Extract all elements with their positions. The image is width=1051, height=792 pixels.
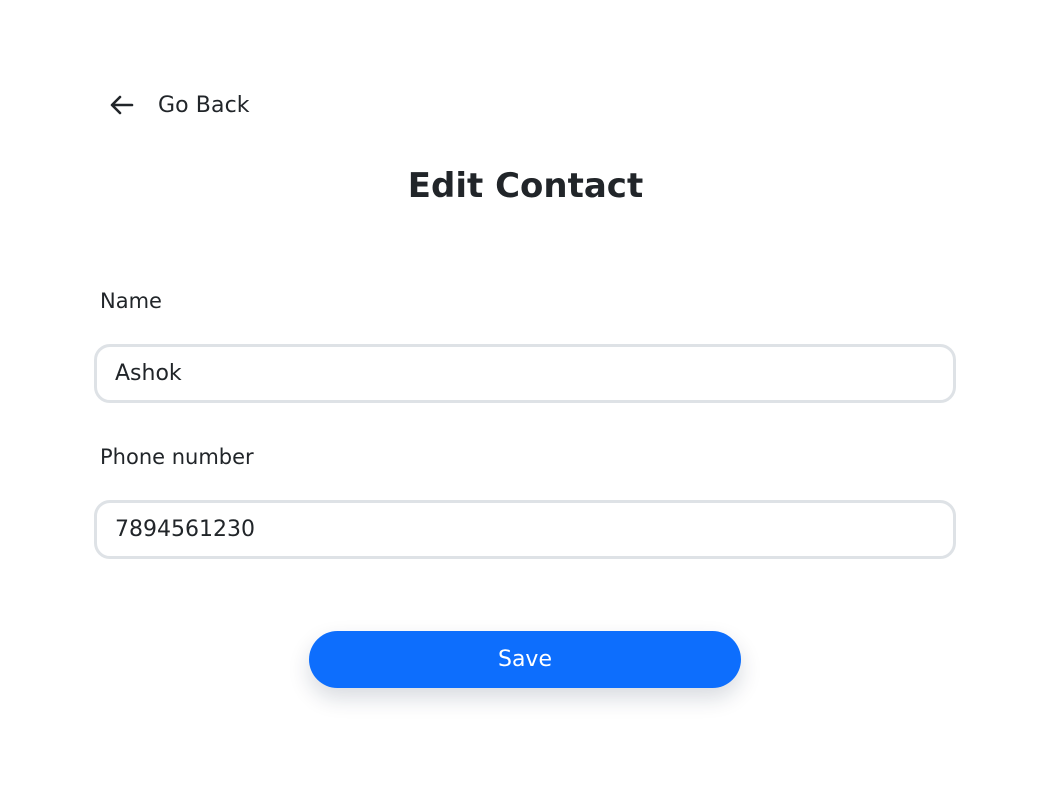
go-back-link[interactable]: Go Back — [108, 86, 250, 124]
save-button[interactable]: Save — [309, 631, 741, 688]
page-title: Edit Contact — [407, 166, 644, 206]
name-label: Name — [100, 289, 162, 313]
name-input[interactable] — [94, 344, 956, 403]
go-back-label[interactable]: Go Back — [158, 93, 250, 118]
phone-label: Phone number — [100, 445, 254, 469]
arrow-left-icon[interactable] — [108, 91, 136, 119]
phone-input[interactable] — [94, 500, 956, 559]
